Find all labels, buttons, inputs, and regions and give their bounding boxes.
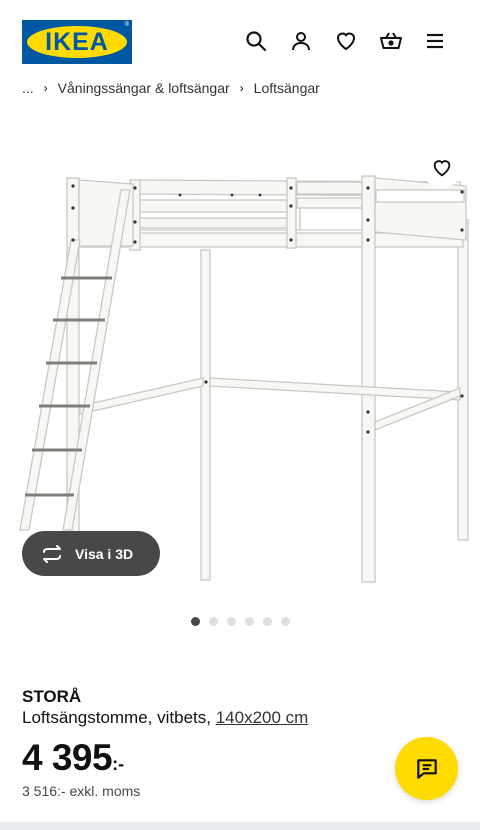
price-suffix: :- (112, 754, 125, 774)
carousel-dots (0, 617, 480, 626)
heart-icon (433, 160, 451, 177)
carousel-dot[interactable] (208, 617, 218, 626)
breadcrumb-item[interactable]: Våningssängar & loftsängar (58, 80, 230, 96)
search-icon[interactable] (243, 28, 269, 54)
breadcrumb-ellipsis[interactable]: ... (22, 80, 34, 96)
carousel-dot[interactable] (244, 617, 254, 626)
breadcrumb-item[interactable]: Loftsängar (254, 80, 320, 96)
product-description: Loftsängstomme, vitbets, 140x200 cm (22, 708, 308, 728)
view-3d-label: Visa i 3D (75, 545, 134, 562)
price-amount: 4 395 (22, 737, 113, 778)
chevron-right-icon: › (239, 81, 244, 95)
product-size-link[interactable]: 140x200 cm (216, 708, 309, 727)
carousel-dot[interactable] (226, 617, 236, 626)
view-3d-button[interactable]: Visa i 3D (22, 531, 160, 576)
site-header: IKEA ® (0, 0, 480, 80)
chat-icon (416, 758, 437, 779)
carousel-dot[interactable] (190, 617, 200, 626)
price-ex-vat: 3 516:- exkl. moms (22, 783, 141, 799)
product-name: STORÅ (22, 687, 82, 706)
add-to-wishlist-button[interactable] (422, 148, 462, 188)
product-gallery[interactable]: Visa i 3D (0, 110, 480, 610)
menu-icon[interactable] (422, 28, 448, 54)
user-icon[interactable] (288, 28, 314, 54)
chat-button[interactable] (395, 737, 458, 800)
basket-icon[interactable] (378, 28, 404, 54)
rotate-3d-icon (43, 544, 61, 563)
carousel-dot[interactable] (280, 617, 290, 626)
heart-icon[interactable] (333, 28, 359, 54)
carousel-dot[interactable] (262, 617, 272, 626)
chevron-right-icon: › (43, 81, 48, 95)
logo-oval: IKEA (27, 26, 127, 58)
bottom-strip (0, 822, 480, 830)
product-type: Loftsängstomme, vitbets, (22, 708, 211, 727)
logo-text: IKEA (45, 27, 109, 56)
breadcrumb: ... › Våningssängar & loftsängar › Lofts… (22, 78, 462, 98)
product-price: 4 395:- (22, 737, 124, 779)
ikea-logo[interactable]: IKEA ® (22, 20, 132, 64)
